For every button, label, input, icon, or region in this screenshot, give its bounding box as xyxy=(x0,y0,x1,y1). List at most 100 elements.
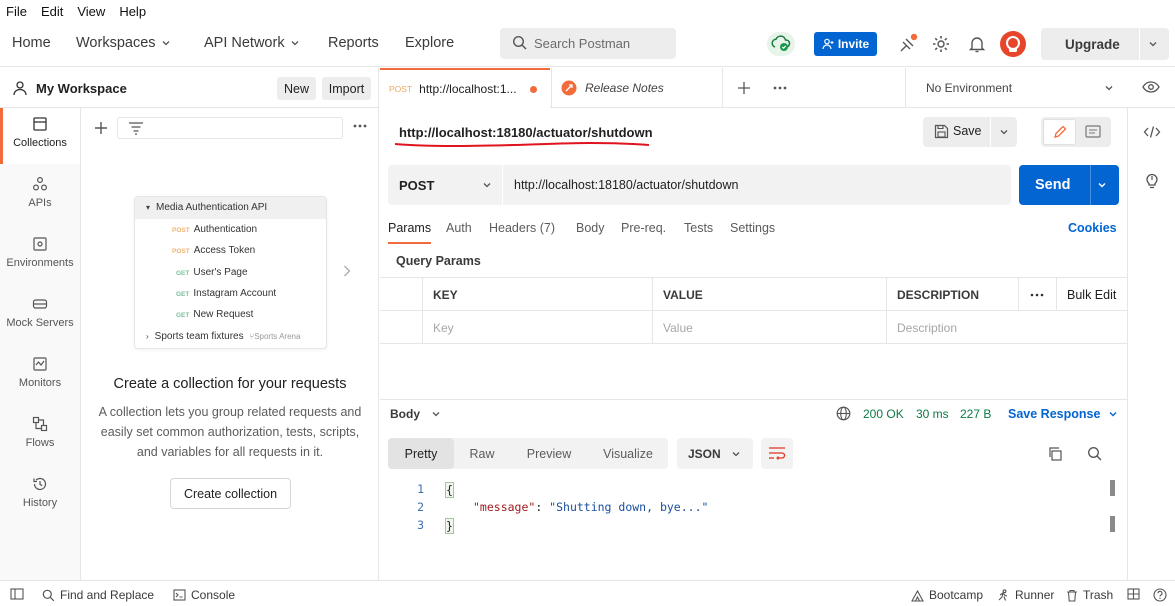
search-input[interactable]: Search Postman xyxy=(500,28,676,59)
nav-workspaces[interactable]: Workspaces xyxy=(76,35,172,51)
bootcamp-icon xyxy=(911,589,924,602)
view-pretty[interactable]: Pretty xyxy=(388,438,454,469)
key-input[interactable]: Key xyxy=(422,311,652,344)
new-tab-icon[interactable] xyxy=(736,80,752,96)
view-raw[interactable]: Raw xyxy=(454,438,510,469)
wrap-lines-button[interactable] xyxy=(761,438,793,469)
tab-options-icon[interactable] xyxy=(772,83,788,93)
add-collection-icon[interactable] xyxy=(93,120,109,136)
tab-request[interactable]: POST http://localhost:1... xyxy=(380,68,550,108)
chevron-down-icon xyxy=(1109,412,1117,417)
value-input[interactable]: Value xyxy=(652,311,884,344)
menu-view[interactable]: View xyxy=(77,4,105,19)
nav-mock-servers[interactable]: Mock Servers xyxy=(0,288,80,344)
tab-release-notes[interactable]: Release Notes xyxy=(551,68,723,108)
nav-reports[interactable]: Reports xyxy=(328,35,379,51)
chevron-down-icon xyxy=(432,412,440,417)
tab-tests[interactable]: Tests xyxy=(684,221,713,235)
import-button[interactable]: Import xyxy=(322,77,371,100)
mode-toggle[interactable] xyxy=(1041,117,1111,147)
bulk-edit-button[interactable]: Bulk Edit xyxy=(1056,278,1127,311)
request-title[interactable]: http://localhost:18180/actuator/shutdown xyxy=(399,125,653,140)
settings-gear-icon[interactable] xyxy=(931,34,951,54)
response-size[interactable]: 227 B xyxy=(960,407,991,421)
save-response-label: Save Response xyxy=(1008,407,1101,421)
line-number: 3 xyxy=(417,518,424,532)
notification-bell-icon[interactable] xyxy=(967,34,987,54)
search-icon[interactable] xyxy=(1087,446,1103,462)
runner-button[interactable]: Runner xyxy=(997,588,1054,602)
nav-home[interactable]: Home xyxy=(12,35,51,51)
nav-collections[interactable]: Collections xyxy=(0,108,80,164)
chevron-down-icon[interactable] xyxy=(1147,38,1159,50)
line-number: 2 xyxy=(417,500,424,514)
find-replace-button[interactable]: Find and Replace xyxy=(42,588,154,602)
mock-servers-icon xyxy=(32,299,48,309)
method-select[interactable]: POST xyxy=(388,165,502,205)
url-input[interactable]: http://localhost:18180/actuator/shutdown xyxy=(514,178,738,192)
tab-params[interactable]: Params xyxy=(388,221,432,244)
view-preview[interactable]: Preview xyxy=(510,438,588,469)
sidebar-toggle-icon[interactable] xyxy=(10,588,24,600)
tab-body[interactable]: Body xyxy=(576,221,605,235)
scrollbar-thumb[interactable] xyxy=(1110,516,1115,532)
upgrade-button[interactable]: Upgrade xyxy=(1041,28,1169,60)
avatar[interactable] xyxy=(1000,31,1026,57)
send-button[interactable]: Send xyxy=(1019,165,1119,205)
help-icon[interactable] xyxy=(1153,588,1167,602)
tab-settings[interactable]: Settings xyxy=(730,221,775,235)
environment-select[interactable]: No Environment xyxy=(905,68,1125,108)
tab-auth[interactable]: Auth xyxy=(446,221,472,235)
lightbulb-icon[interactable] xyxy=(1144,171,1160,189)
pencil-icon xyxy=(1053,125,1067,139)
sync-status-icon[interactable] xyxy=(767,32,795,56)
new-button-label: New xyxy=(283,81,309,96)
nav-environments[interactable]: Environments xyxy=(0,228,80,284)
menu-file[interactable]: File xyxy=(6,4,27,19)
tab-headers[interactable]: Headers (7) xyxy=(489,221,555,235)
view-visualize[interactable]: Visualize xyxy=(588,438,668,469)
response-time[interactable]: 30 ms xyxy=(916,407,949,421)
comment-icon[interactable] xyxy=(1085,125,1101,139)
edit-mode-button[interactable] xyxy=(1043,119,1076,145)
search-icon xyxy=(42,589,55,601)
description-input[interactable]: Description xyxy=(886,311,1127,344)
chevron-down-icon[interactable] xyxy=(1096,179,1108,191)
filter-icon[interactable] xyxy=(128,121,144,135)
layout-toggle-icon[interactable] xyxy=(1127,588,1140,600)
chevron-down-icon xyxy=(291,41,299,46)
format-select[interactable]: JSON xyxy=(677,438,753,469)
nav-history[interactable]: History xyxy=(0,468,80,524)
eye-icon[interactable] xyxy=(1142,80,1160,94)
column-options-icon[interactable] xyxy=(1018,278,1056,311)
nav-api-network[interactable]: API Network xyxy=(204,35,301,51)
new-button[interactable]: New xyxy=(277,77,316,100)
nav-apis[interactable]: APIs xyxy=(0,168,80,224)
cookies-link[interactable]: Cookies xyxy=(1068,221,1117,235)
more-options-icon[interactable] xyxy=(352,121,368,131)
chevron-down-icon[interactable] xyxy=(998,126,1010,138)
collapsed-folder-tag: Sports Arena xyxy=(254,332,301,341)
save-response-button[interactable]: Save Response xyxy=(1008,407,1119,421)
globe-icon[interactable] xyxy=(836,406,851,421)
console-button[interactable]: Console xyxy=(173,588,235,602)
create-collection-button[interactable]: Create collection xyxy=(170,478,291,509)
folder-label: Media Authentication API xyxy=(156,202,268,213)
filter-input[interactable] xyxy=(117,117,343,139)
copy-icon[interactable] xyxy=(1047,446,1063,462)
menu-help[interactable]: Help xyxy=(119,4,146,19)
nav-monitors[interactable]: Monitors xyxy=(0,348,80,404)
code-icon[interactable] xyxy=(1143,125,1161,139)
response-status[interactable]: 200 OK xyxy=(863,407,904,421)
response-body-dropdown[interactable]: Body xyxy=(390,407,442,421)
satellite-icon[interactable] xyxy=(897,33,919,55)
trash-button[interactable]: Trash xyxy=(1066,588,1113,602)
save-button[interactable]: Save xyxy=(923,117,1017,147)
tab-pre-request[interactable]: Pre-req. xyxy=(621,221,666,235)
nav-explore[interactable]: Explore xyxy=(405,35,454,51)
bootcamp-button[interactable]: Bootcamp xyxy=(911,588,983,602)
scrollbar-thumb[interactable] xyxy=(1110,480,1115,496)
menu-edit[interactable]: Edit xyxy=(41,4,63,19)
nav-flows[interactable]: Flows xyxy=(0,408,80,464)
invite-button[interactable]: Invite xyxy=(814,32,877,56)
